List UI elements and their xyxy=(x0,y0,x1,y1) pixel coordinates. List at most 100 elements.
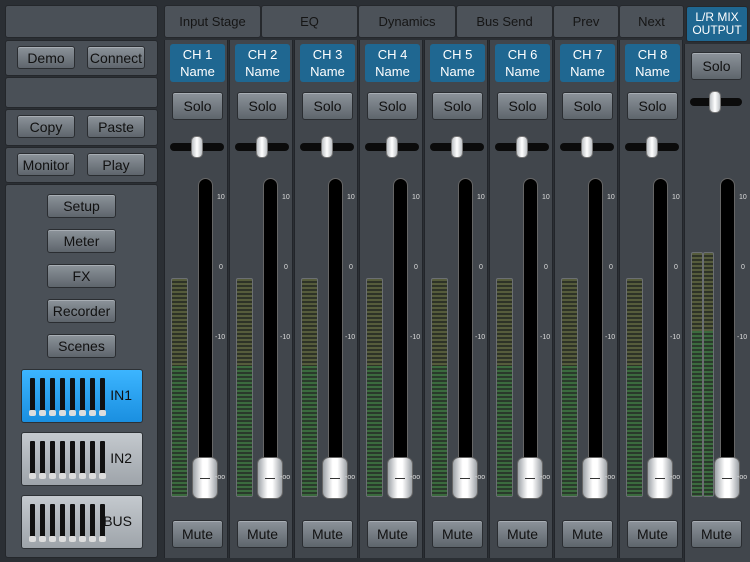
pan-knob[interactable] xyxy=(321,136,333,158)
scale-label: 10 xyxy=(282,194,290,201)
mute-button[interactable]: Mute xyxy=(432,520,483,548)
pan-knob[interactable] xyxy=(256,136,268,158)
solo-button[interactable]: Solo xyxy=(367,92,418,120)
mute-button[interactable]: Mute xyxy=(367,520,418,548)
master-pan-knob[interactable] xyxy=(709,91,721,113)
scale-label: -oo xyxy=(605,474,616,481)
scale-label: 0 xyxy=(609,264,613,271)
tab-dynamics[interactable]: Dynamics xyxy=(358,5,456,38)
mute-button[interactable]: Mute xyxy=(237,520,288,548)
play-button[interactable]: Play xyxy=(87,153,145,176)
tab-prev[interactable]: Prev xyxy=(553,5,619,38)
paste-button[interactable]: Paste xyxy=(87,115,145,138)
mute-button[interactable]: Mute xyxy=(562,520,613,548)
scale-label: 10 xyxy=(412,194,420,201)
channel-strip: CH 2 Name Solo 10 0 -10 -oo Mute xyxy=(229,40,293,558)
channel-name: Name xyxy=(375,64,410,79)
level-meter xyxy=(171,278,188,497)
mute-button[interactable]: Mute xyxy=(302,520,353,548)
connect-button[interactable]: Connect xyxy=(87,46,145,69)
channel-name: Name xyxy=(635,64,670,79)
fader-track[interactable] xyxy=(653,178,668,495)
solo-button[interactable]: Solo xyxy=(302,92,353,120)
scale-label: -oo xyxy=(280,474,291,481)
scale-label: 0 xyxy=(741,264,745,271)
scale-label: 0 xyxy=(479,264,483,271)
scale-label: -oo xyxy=(737,474,748,481)
bank-in1-button[interactable]: IN1 xyxy=(21,369,143,423)
fader-track[interactable] xyxy=(588,178,603,495)
channel-name-button[interactable]: CH 4 Name xyxy=(365,44,420,82)
scale-label: -oo xyxy=(475,474,486,481)
scale-label: 10 xyxy=(477,194,485,201)
master-label: L/R MIX OUTPUT xyxy=(686,6,748,42)
tab-bus-send[interactable]: Bus Send xyxy=(456,5,553,38)
bank-label: BUS xyxy=(103,513,132,529)
fader-track[interactable] xyxy=(393,178,408,495)
bank-bus-button[interactable]: BUS xyxy=(21,495,143,549)
master-solo-button[interactable]: Solo xyxy=(691,52,742,80)
fader-track[interactable] xyxy=(458,178,473,495)
channel-strip: CH 4 Name Solo 10 0 -10 -oo Mute xyxy=(359,40,423,558)
tab-input-stage[interactable]: Input Stage xyxy=(164,5,261,38)
level-meter xyxy=(431,278,448,497)
scale-label: 10 xyxy=(542,194,550,201)
solo-button[interactable]: Solo xyxy=(237,92,288,120)
monitor-button[interactable]: Monitor xyxy=(17,153,75,176)
channel-name-button[interactable]: CH 8 Name xyxy=(625,44,680,82)
pan-knob[interactable] xyxy=(386,136,398,158)
fader-track[interactable] xyxy=(263,178,278,495)
pan-knob[interactable] xyxy=(646,136,658,158)
channel-number: CH 2 xyxy=(247,47,278,62)
menu-recorder-button[interactable]: Recorder xyxy=(47,299,116,323)
level-meter xyxy=(301,278,318,497)
master-meter-left xyxy=(691,252,703,497)
demo-button[interactable]: Demo xyxy=(17,46,75,69)
bank-in2-button[interactable]: IN2 xyxy=(21,432,143,486)
tab-next[interactable]: Next xyxy=(619,5,684,38)
channel-strip: CH 3 Name Solo 10 0 -10 -oo Mute xyxy=(294,40,358,558)
mute-button[interactable]: Mute xyxy=(627,520,678,548)
channel-name-button[interactable]: CH 7 Name xyxy=(560,44,615,82)
pan-knob[interactable] xyxy=(191,136,203,158)
channel-name-button[interactable]: CH 5 Name xyxy=(430,44,485,82)
solo-button[interactable]: Solo xyxy=(497,92,548,120)
mute-button[interactable]: Mute xyxy=(497,520,548,548)
channel-name-button[interactable]: CH 6 Name xyxy=(495,44,550,82)
master-mute-button[interactable]: Mute xyxy=(691,520,742,548)
scale-label: -10 xyxy=(345,334,356,341)
scale-label: -10 xyxy=(215,334,226,341)
solo-button[interactable]: Solo xyxy=(562,92,613,120)
master-fader-track[interactable] xyxy=(720,178,735,495)
fader-track[interactable] xyxy=(523,178,538,495)
mute-button[interactable]: Mute xyxy=(172,520,223,548)
pan-knob[interactable] xyxy=(516,136,528,158)
solo-button[interactable]: Solo xyxy=(172,92,223,120)
copy-button[interactable]: Copy xyxy=(17,115,75,138)
faders-icon xyxy=(29,441,110,479)
fader-track[interactable] xyxy=(328,178,343,495)
menu-meter-button[interactable]: Meter xyxy=(47,229,116,253)
solo-button[interactable]: Solo xyxy=(432,92,483,120)
level-meter xyxy=(236,278,253,497)
tab-eq[interactable]: EQ xyxy=(261,5,358,38)
fader-track[interactable] xyxy=(198,178,213,495)
menu-scenes-button[interactable]: Scenes xyxy=(47,334,116,358)
level-meter xyxy=(366,278,383,497)
channel-name-button[interactable]: CH 1 Name xyxy=(170,44,225,82)
solo-button[interactable]: Solo xyxy=(627,92,678,120)
menu-setup-button[interactable]: Setup xyxy=(47,194,116,218)
scale-label: 0 xyxy=(544,264,548,271)
channel-name-button[interactable]: CH 3 Name xyxy=(300,44,355,82)
channel-strip: CH 5 Name Solo 10 0 -10 -oo Mute xyxy=(424,40,488,558)
scale-label: -10 xyxy=(475,334,486,341)
channel-name: Name xyxy=(570,64,605,79)
menu-fx-button[interactable]: FX xyxy=(47,264,116,288)
channel-number: CH 8 xyxy=(637,47,668,62)
channel-number: CH 1 xyxy=(182,47,213,62)
level-meter xyxy=(496,278,513,497)
pan-knob[interactable] xyxy=(581,136,593,158)
pan-knob[interactable] xyxy=(451,136,463,158)
scale-label: 0 xyxy=(674,264,678,271)
channel-name-button[interactable]: CH 2 Name xyxy=(235,44,290,82)
